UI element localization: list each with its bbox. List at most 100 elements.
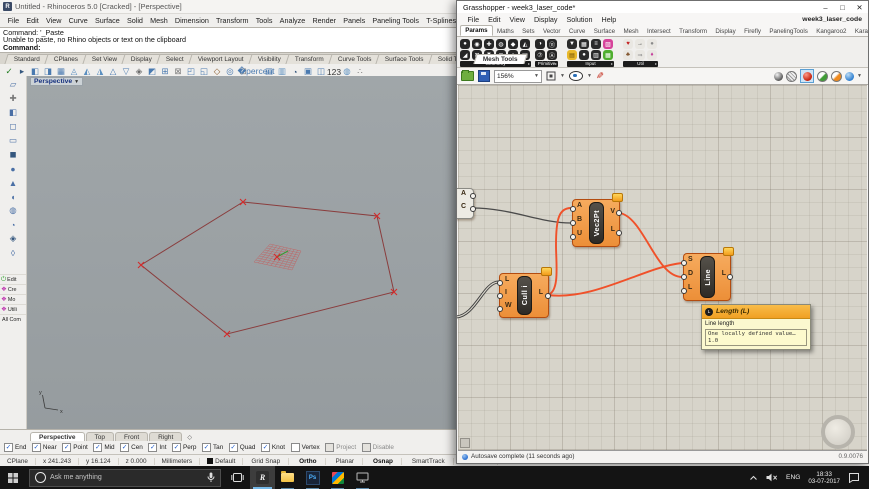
- open-file-icon[interactable]: [461, 70, 474, 81]
- sidebar-tool-icon[interactable]: ●: [7, 162, 20, 175]
- checkbox[interactable]: [4, 443, 13, 452]
- input-port[interactable]: [497, 280, 503, 286]
- clock[interactable]: 18:33 03-07-2017: [808, 471, 840, 485]
- grasshopper-menu-item[interactable]: View: [505, 15, 529, 24]
- rhino-menu-item[interactable]: Dimension: [171, 16, 212, 25]
- ribbon-icon[interactable]: ⑦: [535, 50, 545, 60]
- status-toggle[interactable]: Grid Snap: [243, 457, 290, 465]
- toolbar-tab[interactable]: Standard: [4, 54, 50, 64]
- chevron-down-icon[interactable]: ▼: [857, 73, 862, 79]
- taskbar-app-photos[interactable]: [325, 466, 350, 489]
- input-port[interactable]: [681, 288, 687, 294]
- category-tab[interactable]: Karamba: [851, 27, 868, 36]
- input-port[interactable]: [681, 260, 687, 266]
- shaded-preview-icon[interactable]: [802, 71, 812, 81]
- rhino-menu-item[interactable]: T-Splines: [423, 16, 460, 25]
- component-partial[interactable]: A C: [457, 188, 476, 219]
- component-name-capsule[interactable]: Vec2Pt: [589, 202, 604, 244]
- ribbon-icon[interactable]: ▦: [579, 39, 589, 49]
- output-port[interactable]: [470, 193, 476, 199]
- ribbon-icon[interactable]: ●: [579, 50, 589, 60]
- ribbon-icon[interactable]: ◭: [520, 39, 530, 49]
- sidebar-group-item[interactable]: All Com: [0, 314, 26, 324]
- checkbox[interactable]: [31, 443, 41, 452]
- category-tab[interactable]: Firefly: [740, 27, 765, 36]
- preview-eye-icon[interactable]: [568, 71, 583, 81]
- checkbox[interactable]: [148, 443, 158, 452]
- ribbon-icon[interactable]: ♥: [623, 39, 633, 49]
- ribbon-icon[interactable]: ♣: [623, 50, 633, 60]
- sidebar-group-item[interactable]: ❖ Cre: [0, 284, 26, 294]
- checkbox[interactable]: [171, 443, 181, 452]
- input-port[interactable]: [570, 206, 576, 212]
- input-port[interactable]: [570, 220, 576, 226]
- category-tab[interactable]: Curve: [565, 27, 590, 36]
- rhino-menu-item[interactable]: Panels: [340, 16, 369, 25]
- rhino-menu-item[interactable]: Mesh: [147, 16, 172, 25]
- viewport-title[interactable]: Perspective ▼: [30, 77, 84, 86]
- ribbon-icon[interactable]: ●: [647, 39, 657, 49]
- osnap-toggle[interactable]: Disable: [361, 443, 394, 452]
- ribbon-icon[interactable]: ◉: [472, 39, 482, 49]
- grasshopper-menu-item[interactable]: Solution: [562, 15, 597, 24]
- component-name-capsule[interactable]: Line: [700, 256, 715, 298]
- toolbar-tab[interactable]: Curve Tools: [327, 54, 381, 64]
- component-cull-index[interactable]: Cull i L I W L: [497, 267, 552, 318]
- canvas-compass-widget[interactable]: [821, 415, 855, 449]
- start-button[interactable]: [0, 466, 26, 489]
- language-indicator[interactable]: ENG: [786, 474, 800, 481]
- input-port[interactable]: [497, 293, 503, 299]
- document-name[interactable]: week3_laser_code: [802, 16, 862, 23]
- show-hidden-icons-chevron[interactable]: [749, 475, 758, 481]
- toolbar-tab[interactable]: Transform: [285, 54, 334, 64]
- sidebar-tool-icon[interactable]: ▲: [7, 176, 20, 189]
- category-tab[interactable]: Maths: [493, 27, 518, 36]
- task-view-button[interactable]: [224, 466, 250, 489]
- grasshopper-menu-item[interactable]: Display: [529, 15, 562, 24]
- checkbox[interactable]: [120, 443, 130, 452]
- sidebar-group-item[interactable]: ⏻ Edit: [0, 274, 26, 284]
- osnap-toggle[interactable]: Mid: [93, 443, 115, 452]
- osnap-toggle[interactable]: End: [4, 443, 26, 452]
- ribbon-icon[interactable]: →: [635, 39, 645, 49]
- category-tab[interactable]: Params: [460, 25, 493, 36]
- osnap-toggle[interactable]: Quad: [228, 443, 255, 452]
- taskbar-app-explorer[interactable]: [275, 466, 300, 489]
- ribbon-icon[interactable]: ▼: [567, 39, 577, 49]
- rhino-menu-item[interactable]: File: [4, 16, 23, 25]
- grasshopper-menu-item[interactable]: Edit: [484, 15, 505, 24]
- cortana-search-box[interactable]: Ask me anything: [29, 468, 221, 487]
- close-button[interactable]: ✕: [851, 3, 868, 12]
- grasshopper-title-bar[interactable]: Grasshopper - week3_laser_code* – □ ✕: [457, 1, 868, 13]
- rhino-menu-item[interactable]: Tools: [252, 16, 276, 25]
- sidebar-tool-icon[interactable]: ▱: [7, 78, 20, 91]
- checkbox[interactable]: [290, 443, 300, 452]
- ribbon-icon[interactable]: ⇒: [635, 50, 645, 60]
- osnap-toggle[interactable]: Point: [62, 443, 88, 452]
- ribbon-group-label[interactable]: Primitive: [535, 61, 558, 67]
- checkbox[interactable]: [201, 443, 211, 452]
- ribbon-icon[interactable]: ◆: [508, 39, 518, 49]
- status-toggle[interactable]: Ortho: [291, 457, 326, 465]
- sketch-pencil-icon[interactable]: ✎: [596, 71, 604, 82]
- microphone-icon[interactable]: [207, 472, 215, 483]
- layer-indicator[interactable]: Default: [200, 457, 244, 465]
- preview-selected-icon[interactable]: [817, 70, 829, 82]
- category-tab[interactable]: PanelingTools: [765, 27, 812, 36]
- category-tab[interactable]: Sets: [518, 27, 539, 36]
- component-name-capsule[interactable]: Cull i: [517, 276, 532, 315]
- input-port[interactable]: [570, 234, 576, 240]
- toolbar-tab[interactable]: Viewport Layout: [188, 54, 254, 64]
- output-port[interactable]: [616, 210, 622, 216]
- checkbox[interactable]: [361, 443, 371, 452]
- document-preview-icon[interactable]: [845, 71, 855, 81]
- sidebar-tool-icon[interactable]: ◊: [7, 246, 20, 259]
- pentagon-curve[interactable]: [140, 201, 395, 335]
- ribbon-icon[interactable]: ♦: [647, 50, 657, 60]
- ribbon-icon[interactable]: ▥: [591, 50, 601, 60]
- rhino-menu-item[interactable]: Edit: [23, 16, 43, 25]
- sidebar-tool-icon[interactable]: ◍: [7, 204, 20, 217]
- category-tab[interactable]: Vector: [539, 27, 565, 36]
- sidebar-tool-icon[interactable]: ▭: [7, 134, 20, 147]
- sidebar-group-item[interactable]: ❖ Mo: [0, 294, 26, 304]
